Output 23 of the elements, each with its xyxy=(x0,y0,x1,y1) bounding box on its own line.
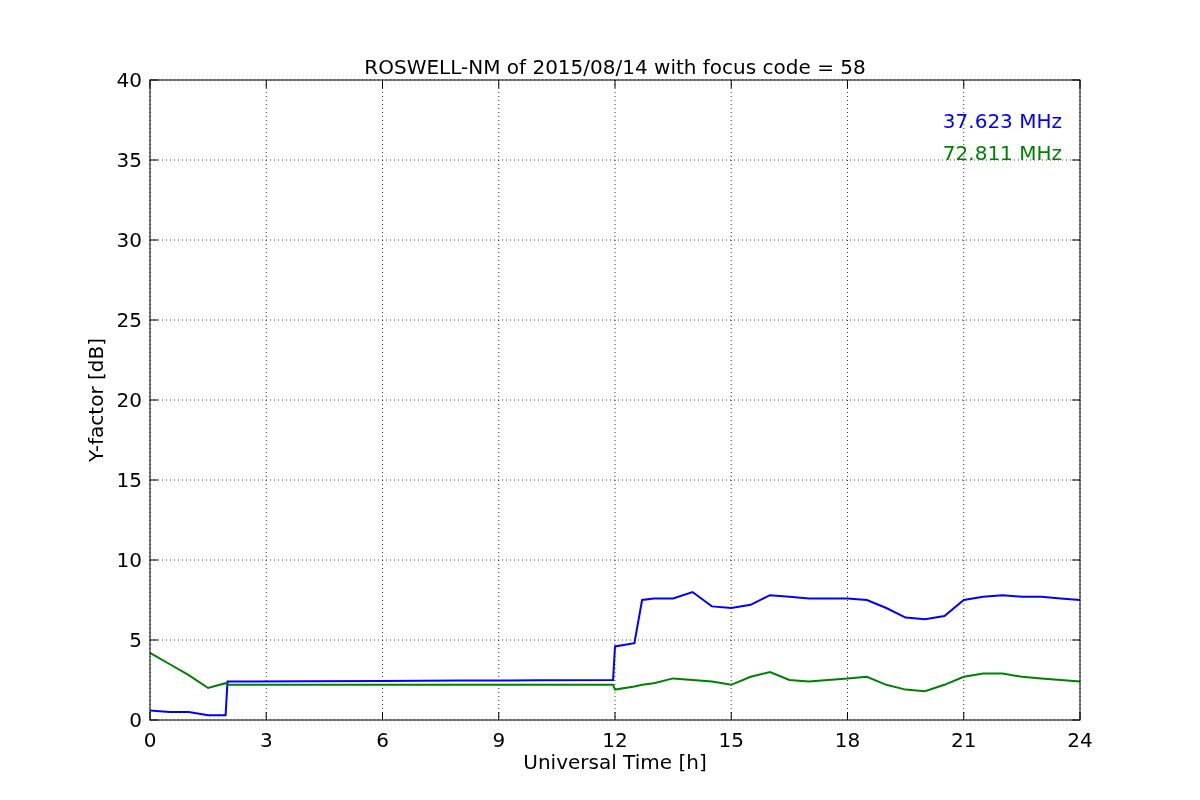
tick-label: 40 xyxy=(116,68,142,92)
tick-label: 0 xyxy=(129,708,142,732)
tick-label: 6 xyxy=(376,728,389,752)
legend-label: 37.623 MHz xyxy=(942,109,1062,133)
tick-label: 15 xyxy=(116,468,142,492)
tick-label: 3 xyxy=(259,728,273,752)
tick-label: 35 xyxy=(116,148,142,172)
axis-label: Y-factor [dB] xyxy=(84,338,108,462)
tick-label: 15 xyxy=(718,728,744,752)
tick-label: 0 xyxy=(143,728,157,752)
tick-label: 25 xyxy=(116,308,142,332)
tick-label: 24 xyxy=(1067,728,1093,752)
tick-label: 18 xyxy=(834,728,861,752)
tick-label: 9 xyxy=(492,728,506,752)
tick-label: 21 xyxy=(951,728,977,752)
tick-label: 20 xyxy=(116,388,142,412)
tick-label: 30 xyxy=(116,228,142,252)
axis-label: Universal Time [h] xyxy=(523,750,707,774)
tick-label: 10 xyxy=(116,548,142,572)
tick-label: 12 xyxy=(602,728,628,752)
tick-label: 5 xyxy=(129,628,142,652)
chart-title: ROSWELL-NM of 2015/08/14 with focus code = 58 xyxy=(364,55,866,79)
legend-label: 72.811 MHz xyxy=(942,141,1062,165)
